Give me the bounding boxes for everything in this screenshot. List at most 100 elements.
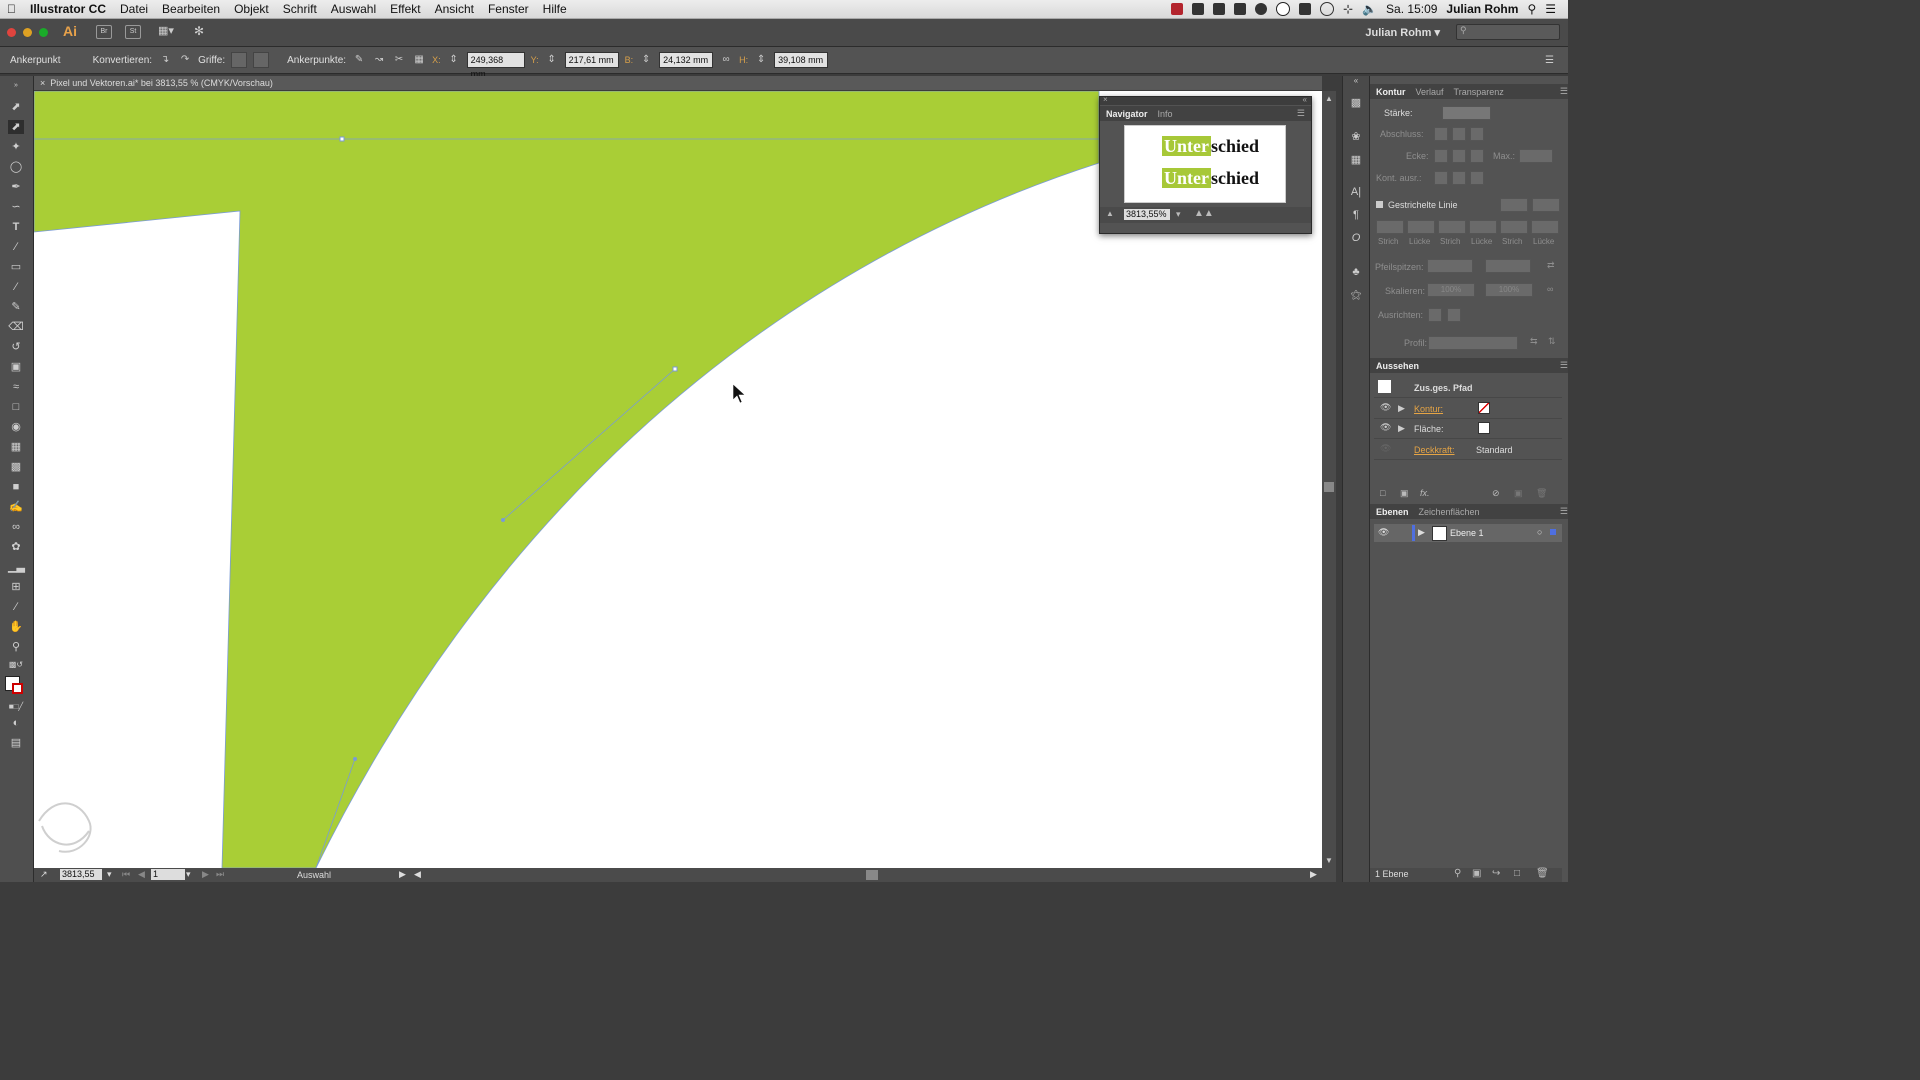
reference-point-icon[interactable]: ▦ bbox=[412, 54, 426, 66]
add-stroke-icon[interactable]: □ bbox=[1380, 488, 1385, 498]
scale-tool-icon[interactable]: ▣ bbox=[8, 360, 24, 374]
rectangle-tool-icon[interactable]: ▭ bbox=[8, 260, 24, 274]
volume-icon[interactable]: 🔈 bbox=[1362, 2, 1377, 16]
stroke-none-swatch[interactable] bbox=[1478, 402, 1490, 414]
type-tool-icon[interactable]: T bbox=[8, 220, 24, 234]
layer-expand-icon[interactable]: ▶ bbox=[1418, 527, 1425, 538]
gap-field-2[interactable] bbox=[1469, 220, 1497, 234]
show-handles-button[interactable] bbox=[231, 52, 248, 68]
lasso-tool-icon[interactable]: ◯ bbox=[8, 160, 24, 174]
free-transform-tool-icon[interactable]: □ bbox=[8, 400, 24, 414]
align-outside-button[interactable] bbox=[1470, 171, 1484, 185]
panel-close-icon[interactable]: × bbox=[1103, 95, 1108, 104]
height-stepper-icon[interactable]: ⇕ bbox=[754, 54, 768, 66]
layers-menu-icon[interactable]: ☰ bbox=[1560, 506, 1568, 517]
tab-info[interactable]: Info bbox=[1158, 109, 1173, 119]
menu-auswahl[interactable]: Auswahl bbox=[324, 2, 383, 16]
scroll-up-icon[interactable]: ▲ bbox=[1325, 94, 1333, 103]
navigator-zoom-field[interactable]: 3813,55% bbox=[1124, 209, 1170, 220]
creative-cloud-icon[interactable] bbox=[1213, 3, 1226, 15]
width-field[interactable]: 24,132 mm bbox=[659, 52, 714, 68]
swap-arrowheads-icon[interactable]: ⇄ bbox=[1547, 260, 1555, 271]
panel-collapse-icon[interactable]: « bbox=[1303, 95, 1307, 104]
arrowhead-end-select[interactable] bbox=[1485, 259, 1531, 273]
height-field[interactable]: 39,108 mm bbox=[774, 52, 829, 68]
close-document-icon[interactable]: × bbox=[34, 78, 50, 88]
hand-tool-icon[interactable]: ✋ bbox=[8, 620, 24, 634]
width-stepper-icon[interactable]: ⇕ bbox=[639, 54, 653, 66]
arrow-scale-end-field[interactable]: 100% bbox=[1485, 283, 1533, 297]
dashed-line-checkbox[interactable] bbox=[1376, 201, 1383, 208]
paintbrush-tool-icon[interactable]: ⁄ bbox=[8, 280, 24, 294]
hide-handles-button[interactable] bbox=[253, 52, 270, 68]
status-icon-red[interactable] bbox=[1171, 3, 1184, 15]
gradient-tool-icon[interactable]: ■ bbox=[8, 480, 24, 494]
zoom-tool-icon[interactable]: ⚲ bbox=[8, 640, 24, 654]
y-position-field[interactable]: 217,61 mm bbox=[564, 52, 619, 68]
navigator-zoom-dropdown-icon[interactable]: ▾ bbox=[1176, 209, 1181, 220]
dash-field-2[interactable] bbox=[1438, 220, 1466, 234]
menu-app-name[interactable]: Illustrator CC bbox=[23, 2, 113, 16]
selection-tool-icon[interactable]: ⬈ bbox=[8, 100, 24, 114]
window-minimize-button[interactable] bbox=[23, 28, 32, 37]
zoom-level-field[interactable]: 3813,55 bbox=[60, 869, 102, 880]
dock-opentype-icon[interactable]: O bbox=[1348, 232, 1364, 246]
artboard-dropdown-icon[interactable]: ▾ bbox=[186, 869, 191, 880]
status-menu-icon[interactable]: ▶ bbox=[399, 869, 406, 880]
eyedropper-tool-icon[interactable]: ✍ bbox=[8, 500, 24, 514]
panel-drag-bar[interactable]: × « bbox=[1100, 95, 1311, 105]
notification-center-icon[interactable]: ☰ bbox=[1545, 2, 1556, 16]
dock-brushes-icon[interactable]: ⚝ bbox=[1348, 289, 1364, 303]
direct-selection-tool-icon[interactable]: ⬈ bbox=[8, 120, 24, 134]
convert-corner-icon[interactable]: ↴ bbox=[158, 54, 172, 66]
duplicate-item-icon[interactable]: ▣ bbox=[1514, 488, 1523, 499]
miter-limit-field[interactable] bbox=[1519, 149, 1553, 163]
curvature-tool-icon[interactable]: ∽ bbox=[8, 200, 24, 214]
corner-bevel-button[interactable] bbox=[1470, 149, 1484, 163]
x-position-field[interactable]: 249,368 mm bbox=[466, 52, 525, 79]
window-zoom-button[interactable] bbox=[39, 28, 48, 37]
menu-objekt[interactable]: Objekt bbox=[227, 2, 276, 16]
clipping-mask-icon[interactable]: ▣ bbox=[1472, 868, 1481, 879]
drive-icon[interactable] bbox=[1255, 3, 1268, 15]
drawing-mode-icon[interactable]: ◐ bbox=[8, 716, 24, 730]
share-icon[interactable]: ↗ bbox=[40, 869, 48, 880]
dock-color-guide-icon[interactable]: ❀ bbox=[1348, 130, 1364, 144]
arrange-documents-icon[interactable]: ▦▾ bbox=[158, 24, 174, 37]
arrowhead-start-select[interactable] bbox=[1427, 259, 1473, 273]
appearance-title[interactable]: Aussehen bbox=[1376, 361, 1419, 371]
gap-field-3[interactable] bbox=[1531, 220, 1559, 234]
zoom-dropdown-icon[interactable]: ▾ bbox=[107, 869, 112, 880]
appearance-opacity-row[interactable]: 👁 Deckkraft: Standard bbox=[1374, 440, 1562, 460]
magic-wand-tool-icon[interactable]: ✦ bbox=[8, 140, 24, 154]
y-stepper-icon[interactable]: ⇕ bbox=[545, 54, 559, 66]
corner-round-button[interactable] bbox=[1452, 149, 1466, 163]
last-artboard-icon[interactable]: ⏭ bbox=[216, 869, 224, 880]
navigator-zoom-out-icon[interactable]: ▲ bbox=[1106, 209, 1114, 218]
layer-row[interactable]: 👁 ▶ Ebene 1 ○ bbox=[1374, 524, 1562, 542]
shape-builder-tool-icon[interactable]: ◉ bbox=[8, 420, 24, 434]
dock-expand-icon[interactable]: « bbox=[1348, 76, 1364, 90]
previous-artboard-icon[interactable]: ◀ bbox=[138, 869, 145, 880]
dock-symbols-icon[interactable]: ♣ bbox=[1348, 266, 1364, 280]
menu-ansicht[interactable]: Ansicht bbox=[428, 2, 481, 16]
help-search-input[interactable]: ⚲ bbox=[1456, 24, 1560, 40]
dash-field-3[interactable] bbox=[1500, 220, 1528, 234]
cap-projecting-button[interactable] bbox=[1470, 127, 1484, 141]
menu-user[interactable]: Julian Rohm bbox=[1446, 2, 1518, 16]
menu-fenster[interactable]: Fenster bbox=[481, 2, 536, 16]
perspective-grid-tool-icon[interactable]: ▦ bbox=[8, 440, 24, 454]
appearance-menu-icon[interactable]: ☰ bbox=[1560, 360, 1568, 371]
fill-visibility-icon[interactable]: 👁 bbox=[1380, 422, 1391, 433]
symbol-sprayer-tool-icon[interactable]: ✿ bbox=[8, 540, 24, 554]
profile-select[interactable] bbox=[1428, 336, 1518, 350]
gpu-performance-icon[interactable]: ✻ bbox=[194, 24, 204, 38]
x-stepper-icon[interactable]: ⇕ bbox=[447, 54, 461, 66]
mesh-tool-icon[interactable]: ▩ bbox=[8, 460, 24, 474]
scroll-right-icon[interactable]: ▶ bbox=[1310, 869, 1317, 880]
artboard-tool-icon[interactable]: ⊞ bbox=[8, 580, 24, 594]
next-artboard-icon[interactable]: ▶ bbox=[202, 869, 209, 880]
window-close-button[interactable] bbox=[7, 28, 16, 37]
dropbox-icon[interactable] bbox=[1234, 3, 1247, 15]
dock-color-icon[interactable]: ▩ bbox=[1348, 96, 1364, 110]
